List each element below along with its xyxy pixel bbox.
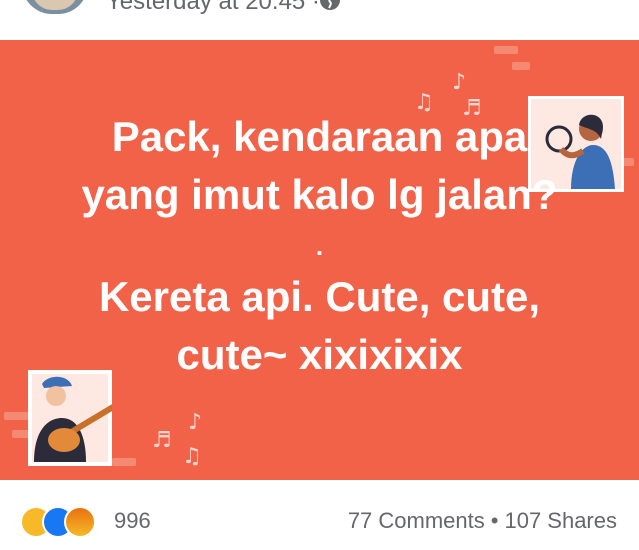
decor-brick [494, 46, 518, 54]
post-text-line: Kereta api. Cute, cute, [98, 273, 541, 320]
reaction-count[interactable]: 996 [114, 508, 151, 534]
decor-brick [4, 412, 28, 420]
angry-icon [64, 506, 96, 538]
stats-separator: • [490, 508, 499, 533]
guitar-player-icon [32, 374, 120, 462]
post-background-card[interactable]: ♪ ♫ ♬ ♪ ♬ ♫ Pack, kendaraan apa yang imu… [0, 40, 639, 480]
comments-count-link[interactable]: 77 Comments [348, 508, 485, 533]
post-text-line: . [315, 231, 324, 261]
shares-count-link[interactable]: 107 Shares [504, 508, 617, 533]
avatar[interactable] [22, 0, 88, 14]
music-note-icon: ♬ [152, 428, 172, 453]
globe-icon [320, 0, 340, 10]
music-note-icon: ♪ [452, 70, 467, 95]
illustration-guitar-player [28, 370, 120, 466]
music-note-icon: ♪ [188, 410, 203, 435]
post-text: Pack, kendaraan apa yang imut kalo lg ja… [0, 108, 639, 384]
post-stats: 77 Comments • 107 Shares [348, 508, 617, 534]
music-note-icon: ♫ [182, 444, 202, 469]
post-header: Yesterday at 20.45 · [0, 0, 639, 40]
reactions-summary[interactable] [20, 506, 110, 538]
post-timestamp[interactable]: Yesterday at 20.45 · [106, 0, 320, 16]
decor-brick [112, 458, 136, 466]
decor-brick [512, 62, 530, 70]
post-text-line: Pack, kendaraan apa [111, 113, 528, 160]
post-text-line: yang imut kalo lg jalan? [81, 171, 558, 218]
